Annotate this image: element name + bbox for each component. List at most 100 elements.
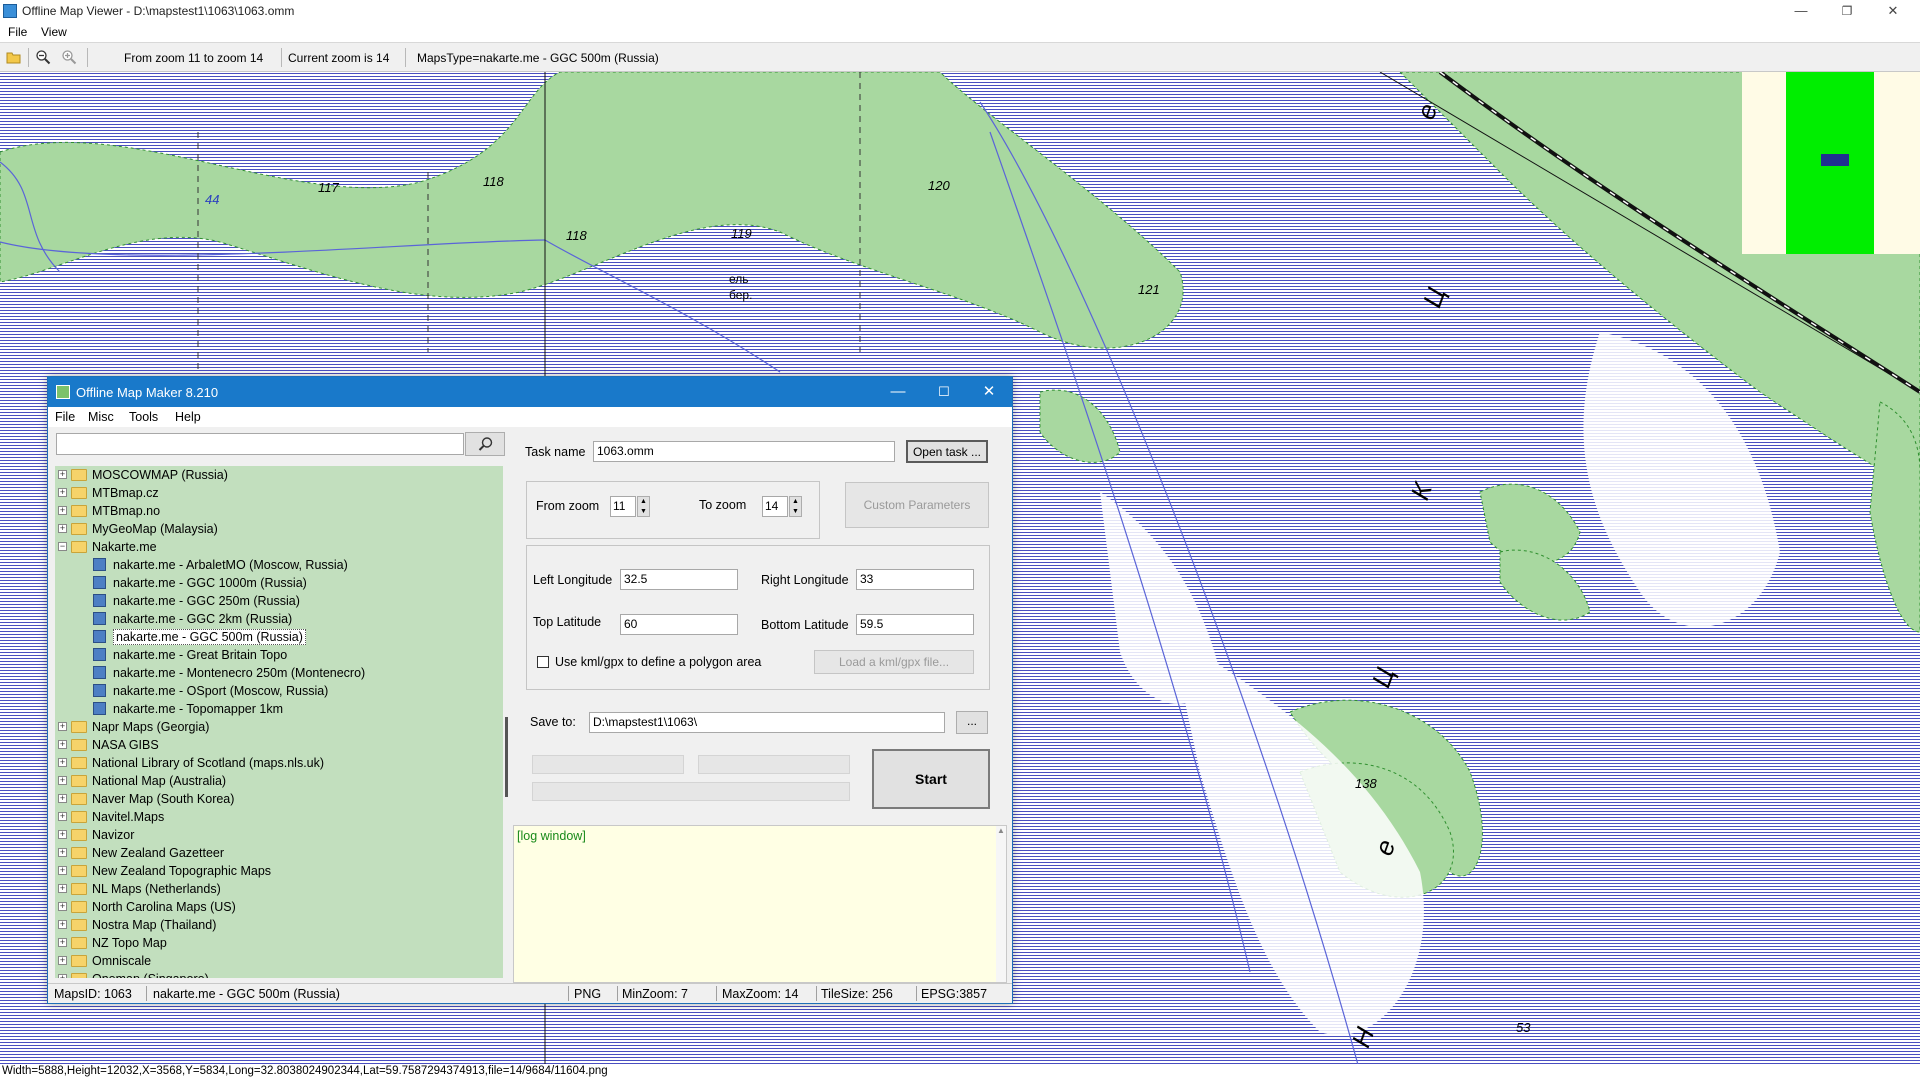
tree-folder-item[interactable]: − Nakarte.me	[55, 538, 495, 556]
tree-folder-item[interactable]: + NZ Topo Map	[55, 934, 495, 952]
log-scrollbar[interactable]: ▲	[996, 826, 1006, 982]
dialog-maximize-button[interactable]: ☐	[921, 377, 967, 407]
expand-icon[interactable]: +	[58, 794, 67, 803]
tree-map-item[interactable]: nakarte.me - Montenecro 250m (Montenecro…	[55, 664, 495, 682]
expand-icon[interactable]: +	[58, 830, 67, 839]
tree-item-label: Nostra Map (Thailand)	[92, 918, 217, 932]
left-longitude-field[interactable]: 32.5	[620, 569, 738, 590]
tree-folder-item[interactable]: + North Carolina Maps (US)	[55, 898, 495, 916]
expand-icon[interactable]: +	[58, 938, 67, 947]
expand-icon[interactable]: +	[58, 524, 67, 533]
tree-item-label: NL Maps (Netherlands)	[92, 882, 221, 896]
tree-folder-item[interactable]: + Nostra Map (Thailand)	[55, 916, 495, 934]
folder-icon	[71, 757, 87, 769]
tree-folder-item[interactable]: + Navizor	[55, 826, 495, 844]
tree-map-item[interactable]: nakarte.me - Topomapper 1km	[55, 700, 495, 718]
tree-folder-item[interactable]: + Onemap (Singapore)	[55, 970, 495, 978]
expand-icon[interactable]: +	[58, 920, 67, 929]
expand-icon[interactable]: +	[58, 758, 67, 767]
right-longitude-field[interactable]: 33	[856, 569, 974, 590]
expand-icon[interactable]: +	[58, 488, 67, 497]
expand-icon[interactable]: +	[58, 848, 67, 857]
start-button[interactable]: Start	[872, 749, 990, 809]
map-label: 118	[483, 174, 504, 189]
tree-map-item[interactable]: nakarte.me - Great Britain Topo	[55, 646, 495, 664]
folder-icon	[71, 721, 87, 733]
from-zoom-field[interactable]: 11	[610, 496, 636, 517]
tree-map-item[interactable]: nakarte.me - OSport (Moscow, Russia)	[55, 682, 495, 700]
dialog-menu-file[interactable]: File	[55, 410, 75, 424]
close-button[interactable]: ✕	[1870, 0, 1916, 22]
expand-icon[interactable]: +	[58, 974, 67, 978]
open-task-button[interactable]: Open task ...	[906, 440, 988, 463]
menu-view[interactable]: View	[41, 25, 67, 39]
bottom-latitude-field[interactable]: 59.5	[856, 614, 974, 635]
dialog-close-button[interactable]: ✕	[966, 377, 1012, 407]
tree-folder-item[interactable]: + National Library of Scotland (maps.nls.…	[55, 754, 495, 772]
map-search-input[interactable]	[56, 433, 464, 455]
tree-item-label: Omniscale	[92, 954, 152, 968]
tree-item-label: Nakarte.me	[92, 540, 157, 554]
from-zoom-spinner[interactable]: ▲ ▼	[637, 496, 650, 517]
expand-icon[interactable]: +	[58, 506, 67, 515]
dialog-menu-help[interactable]: Help	[175, 410, 201, 424]
expand-icon[interactable]: +	[58, 740, 67, 749]
map-source-tree[interactable]: + MOSCOWMAP (Russia) + MTBmap.cz + MTBmap.no +…	[55, 466, 503, 978]
dialog-menu-misc[interactable]: Misc	[88, 410, 114, 424]
tree-folder-item[interactable]: + MTBmap.cz	[55, 484, 495, 502]
minimap-viewport-marker[interactable]	[1821, 154, 1849, 166]
tree-folder-item[interactable]: + Napr Maps (Georgia)	[55, 718, 495, 736]
tree-map-item[interactable]: nakarte.me - ArbaletMO (Moscow, Russia)	[55, 556, 495, 574]
dialog-minimize-button[interactable]: —	[875, 377, 921, 407]
open-folder-icon[interactable]	[6, 49, 22, 65]
tree-scrollbar-thumb[interactable]	[505, 717, 508, 797]
dialog-menu-tools[interactable]: Tools	[129, 410, 158, 424]
expand-icon[interactable]: +	[58, 812, 67, 821]
tree-folder-item[interactable]: + MTBmap.no	[55, 502, 495, 520]
expand-icon[interactable]: +	[58, 884, 67, 893]
tree-map-item[interactable]: nakarte.me - GGC 2km (Russia)	[55, 610, 495, 628]
kml-polygon-checkbox[interactable]	[537, 656, 549, 668]
collapse-icon[interactable]: −	[58, 542, 67, 551]
custom-parameters-button[interactable]: Custom Parameters	[845, 482, 989, 528]
tree-folder-item[interactable]: + New Zealand Gazetteer	[55, 844, 495, 862]
tree-folder-item[interactable]: + NASA GIBS	[55, 736, 495, 754]
tree-map-item[interactable]: nakarte.me - GGC 250m (Russia)	[55, 592, 495, 610]
tree-folder-item[interactable]: + MOSCOWMAP (Russia)	[55, 466, 495, 484]
log-window[interactable]: [log window] ▲	[513, 825, 1007, 983]
menu-file[interactable]: File	[8, 25, 27, 39]
expand-icon[interactable]: +	[58, 470, 67, 479]
task-name-field[interactable]: 1063.omm	[593, 441, 895, 462]
load-kml-button[interactable]: Load a kml/gpx file...	[814, 650, 974, 674]
tree-map-item[interactable]: nakarte.me - GGC 1000m (Russia)	[55, 574, 495, 592]
zoom-out-icon[interactable]	[35, 49, 51, 65]
to-zoom-field[interactable]: 14	[762, 496, 788, 517]
search-button[interactable]	[465, 432, 505, 456]
dialog-menu-bar: File Misc Tools Help	[48, 407, 1012, 427]
tree-folder-item[interactable]: + NL Maps (Netherlands)	[55, 880, 495, 898]
expand-icon[interactable]: +	[58, 902, 67, 911]
expand-icon[interactable]: +	[58, 956, 67, 965]
maximize-button[interactable]: ❐	[1824, 0, 1870, 22]
tree-folder-item[interactable]: + Navitel.Maps	[55, 808, 495, 826]
top-latitude-label: Top Latitude	[533, 615, 602, 629]
expand-icon[interactable]: +	[58, 776, 67, 785]
minimize-button[interactable]: —	[1778, 0, 1824, 22]
tree-folder-item[interactable]: + Omniscale	[55, 952, 495, 970]
browse-folder-button[interactable]: ...	[956, 711, 988, 734]
to-zoom-spinner[interactable]: ▲ ▼	[789, 496, 802, 517]
map-label: бер.	[729, 288, 753, 302]
save-to-field[interactable]: D:\mapstest1\1063\	[589, 712, 945, 733]
tree-folder-item[interactable]: + Naver Map (South Korea)	[55, 790, 495, 808]
tree-folder-item[interactable]: + MyGeoMap (Malaysia)	[55, 520, 495, 538]
tree-folder-item[interactable]: + National Map (Australia)	[55, 772, 495, 790]
zoom-in-icon[interactable]	[61, 49, 77, 65]
tree-map-item[interactable]: nakarte.me - GGC 500m (Russia)	[55, 628, 495, 646]
expand-icon[interactable]: +	[58, 866, 67, 875]
tree-item-label: nakarte.me - OSport (Moscow, Russia)	[113, 684, 329, 698]
expand-icon[interactable]: +	[58, 722, 67, 731]
map-source-icon	[93, 558, 106, 571]
tree-folder-item[interactable]: + New Zealand Topographic Maps	[55, 862, 495, 880]
top-latitude-field[interactable]: 60	[620, 614, 738, 635]
map-label: 53	[1516, 1020, 1531, 1035]
